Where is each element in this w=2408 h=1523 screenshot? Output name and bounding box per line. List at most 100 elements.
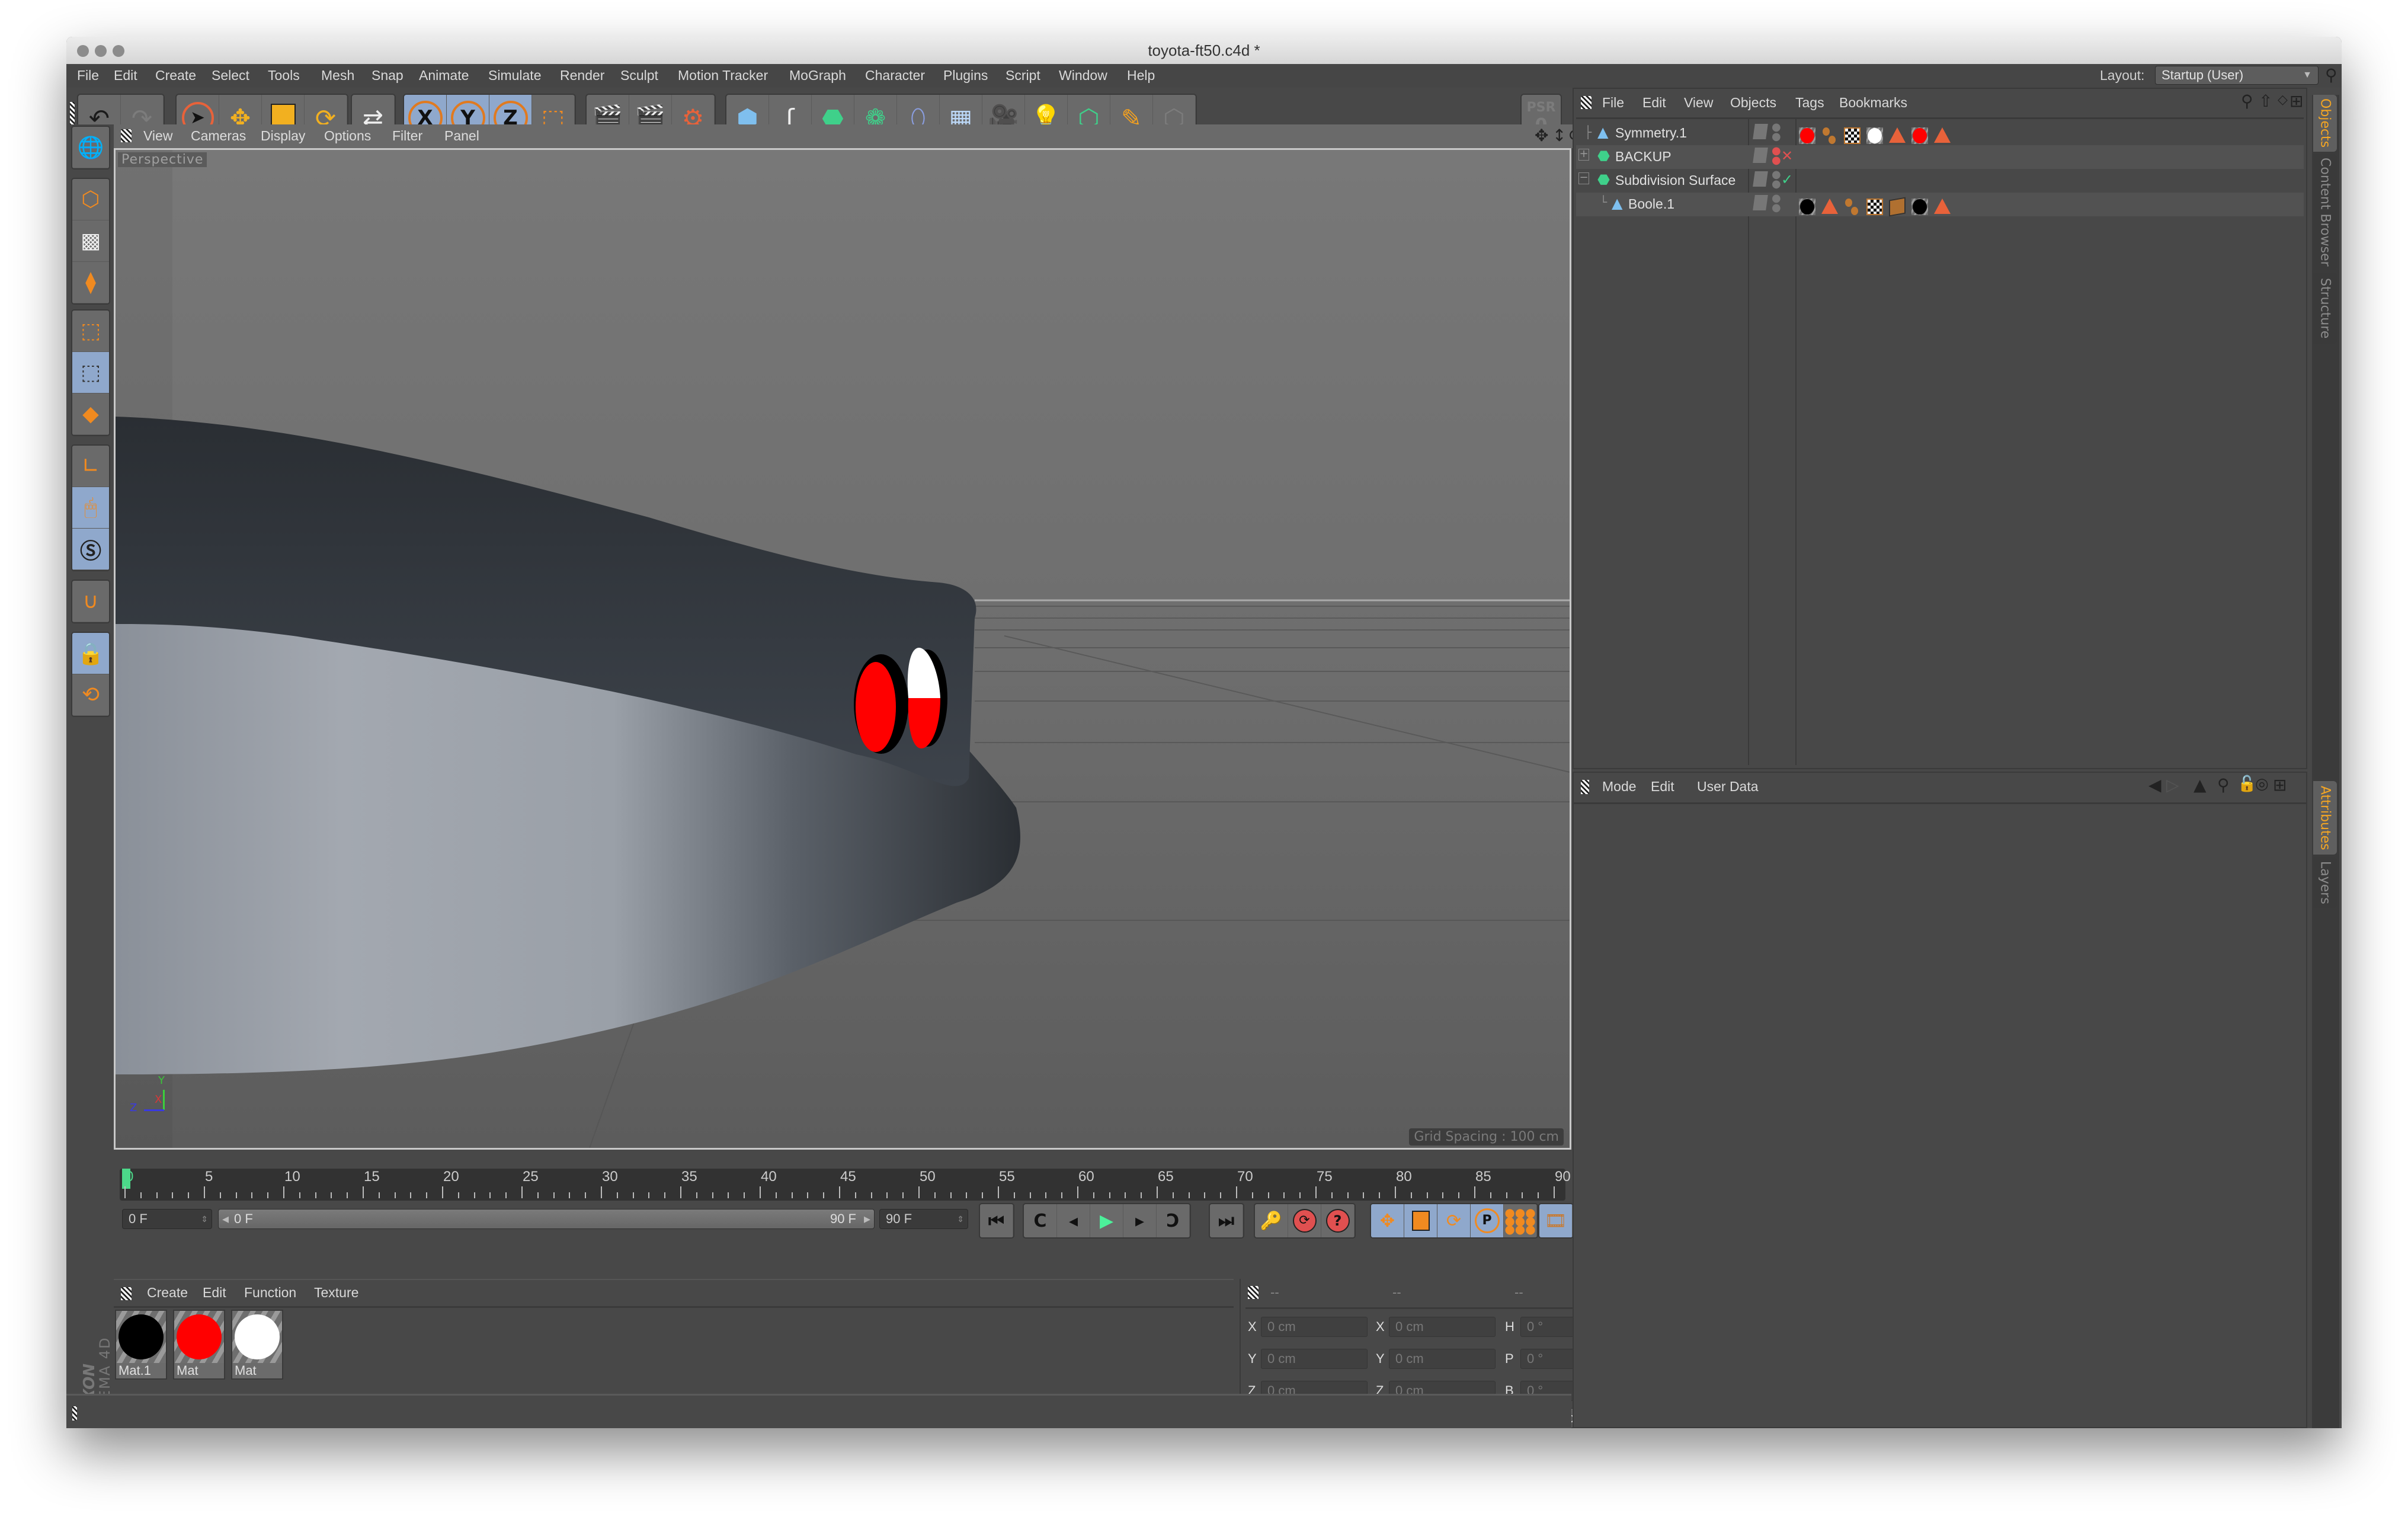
next-key-button[interactable]: Ↄ: [1157, 1204, 1190, 1237]
tweak-mode-button[interactable]: 🖱: [72, 487, 109, 529]
range-left-arrow-icon[interactable]: ◂: [222, 1210, 229, 1228]
phong-tag-icon[interactable]: [1821, 127, 1838, 144]
phong-tag-icon[interactable]: [1844, 199, 1861, 215]
attribute-menu-user-data[interactable]: User Data: [1697, 779, 1759, 795]
selection-tag-icon[interactable]: [1889, 127, 1906, 143]
attribute-grip[interactable]: [1581, 780, 1589, 794]
new-panel-icon[interactable]: ⊞: [2289, 91, 2303, 111]
object-menu-file[interactable]: File: [1602, 95, 1624, 111]
selection-tag-icon[interactable]: [1934, 127, 1951, 143]
material-tag-icon[interactable]: [1799, 199, 1815, 215]
previous-frame-button[interactable]: ◂: [1057, 1204, 1090, 1237]
frame-range-slider[interactable]: ◂ 0 F 90 F ▸: [218, 1209, 875, 1229]
new-panel-icon[interactable]: ⊞: [2273, 775, 2287, 795]
range-right-arrow-icon[interactable]: ▸: [864, 1210, 870, 1228]
viewport-pan-icon[interactable]: ✥: [1535, 126, 1548, 145]
viewport-menu-options[interactable]: Options: [324, 128, 371, 144]
visibility-dots-icon[interactable]: ● ●: [1772, 146, 1781, 166]
object-menu-tags[interactable]: Tags: [1795, 95, 1824, 111]
layer-icon[interactable]: [1753, 171, 1768, 187]
tab-objects[interactable]: Objects: [2313, 95, 2337, 152]
viewport-menu-view[interactable]: View: [143, 128, 172, 144]
solo-mode-button[interactable]: Ⓢ: [72, 529, 109, 570]
snap-button[interactable]: ∪: [72, 581, 109, 622]
record-active-objects-button[interactable]: 🔑: [1255, 1204, 1288, 1237]
workplane-mode-button[interactable]: ⧫: [72, 262, 109, 303]
menu-simulate[interactable]: Simulate: [488, 68, 541, 84]
record-parameter-button[interactable]: P: [1471, 1204, 1504, 1237]
material-menu-create[interactable]: Create: [147, 1285, 188, 1301]
material-item[interactable]: Mat.1: [115, 1310, 167, 1380]
coordinate-grip[interactable]: [1248, 1286, 1259, 1299]
menu-motion-tracker[interactable]: Motion Tracker: [678, 68, 768, 84]
object-grip[interactable]: [1581, 96, 1592, 109]
uvw-tag-icon[interactable]: [1866, 199, 1883, 215]
camera-label[interactable]: Perspective: [118, 152, 207, 167]
menu-render[interactable]: Render: [560, 68, 604, 84]
search-icon[interactable]: ⚲: [2217, 775, 2230, 795]
selection-tag-icon[interactable]: [1934, 199, 1951, 214]
material-menu-function[interactable]: Function: [244, 1285, 296, 1301]
size-x-field[interactable]: 0 cm: [1389, 1317, 1496, 1337]
scheme-settings-button[interactable]: 🎞: [1539, 1204, 1573, 1237]
size-y-field[interactable]: 0 cm: [1389, 1349, 1496, 1369]
menu-script[interactable]: Script: [1006, 68, 1040, 84]
layer-icon[interactable]: [1753, 148, 1768, 163]
position-x-field[interactable]: 0 cm: [1261, 1317, 1368, 1337]
planar-workplane-button[interactable]: ⟲: [72, 674, 109, 716]
search-icon[interactable]: ⚲: [2241, 91, 2253, 111]
visibility-dots-icon[interactable]: ● ●: [1772, 193, 1781, 213]
visibility-dots-icon[interactable]: ● ●: [1772, 122, 1781, 142]
end-frame-field[interactable]: 90 F ⇕: [879, 1209, 968, 1229]
make-editable-button[interactable]: 🌐: [72, 127, 109, 168]
material-tag-icon[interactable]: [1866, 127, 1883, 144]
go-to-start-button[interactable]: ⏮: [980, 1204, 1013, 1237]
play-forward-button[interactable]: ▶: [1090, 1204, 1123, 1237]
object-row-symmetry[interactable]: ├ ▲ Symmetry.1 ● ●: [1576, 121, 2304, 145]
back-arrow-icon[interactable]: ◀: [2148, 775, 2162, 795]
forward-arrow-icon[interactable]: ▷: [2166, 775, 2179, 795]
material-tag-icon[interactable]: [1799, 127, 1815, 144]
tab-layers[interactable]: Layers: [2313, 857, 2337, 908]
attribute-menu-mode[interactable]: Mode: [1602, 779, 1637, 795]
layer-icon[interactable]: [1753, 195, 1768, 210]
layer-icon[interactable]: [1753, 124, 1768, 139]
material-tag-icon[interactable]: [1911, 199, 1928, 215]
search-icon[interactable]: ⚲: [2325, 65, 2337, 85]
attribute-menu-edit[interactable]: Edit: [1651, 779, 1674, 795]
menu-edit[interactable]: Edit: [114, 68, 137, 84]
viewport-menu-display[interactable]: Display: [261, 128, 305, 144]
collapse-icon[interactable]: −: [1578, 172, 1589, 184]
enabled-check-icon[interactable]: ✓: [1781, 171, 1793, 188]
tab-structure[interactable]: Structure: [2313, 273, 2337, 344]
viewport-perspective[interactable]: Perspective Y X Z Grid Spacing : 100 cm: [114, 148, 1571, 1150]
visibility-dots-icon[interactable]: ● ●: [1772, 169, 1781, 190]
viewport-grip[interactable]: [121, 129, 132, 142]
lock-icon[interactable]: 🔓: [2237, 775, 2256, 793]
object-menu-bookmarks[interactable]: Bookmarks: [1839, 95, 1907, 111]
status-grip[interactable]: [72, 1406, 77, 1420]
target-icon[interactable]: ◎: [2255, 775, 2269, 793]
viewport-menu-filter[interactable]: Filter: [392, 128, 422, 144]
menu-character[interactable]: Character: [865, 68, 925, 84]
material-menu-edit[interactable]: Edit: [203, 1285, 226, 1301]
timeline-ruler[interactable]: 0 5 10 15 20 25 30 35 40 45 50 55 60 65 70 75 80 85 90: [120, 1169, 1571, 1201]
points-mode-button[interactable]: ⬚: [72, 311, 109, 352]
expand-icon[interactable]: +: [1578, 149, 1589, 161]
object-row-backup[interactable]: + ⬣ BACKUP ● ● ✕: [1576, 145, 2304, 169]
viewport-menu-cameras[interactable]: Cameras: [191, 128, 246, 144]
menu-file[interactable]: File: [77, 68, 99, 84]
menu-plugins[interactable]: Plugins: [943, 68, 988, 84]
uvw-tag-icon[interactable]: [1844, 127, 1861, 144]
texture-mode-button[interactable]: ▩: [72, 220, 109, 262]
menu-create[interactable]: Create: [155, 68, 196, 84]
menu-sculpt[interactable]: Sculpt: [620, 68, 658, 84]
object-menu-view[interactable]: View: [1684, 95, 1713, 111]
menu-animate[interactable]: Animate: [419, 68, 469, 84]
record-rotation-button[interactable]: ⟳: [1437, 1204, 1471, 1237]
position-y-field[interactable]: 0 cm: [1261, 1349, 1368, 1369]
menu-snap[interactable]: Snap: [372, 68, 404, 84]
next-frame-button[interactable]: ▸: [1123, 1204, 1157, 1237]
model-mode-button[interactable]: ⬡: [72, 179, 109, 220]
home-up-icon[interactable]: ⇧: [2259, 91, 2272, 111]
